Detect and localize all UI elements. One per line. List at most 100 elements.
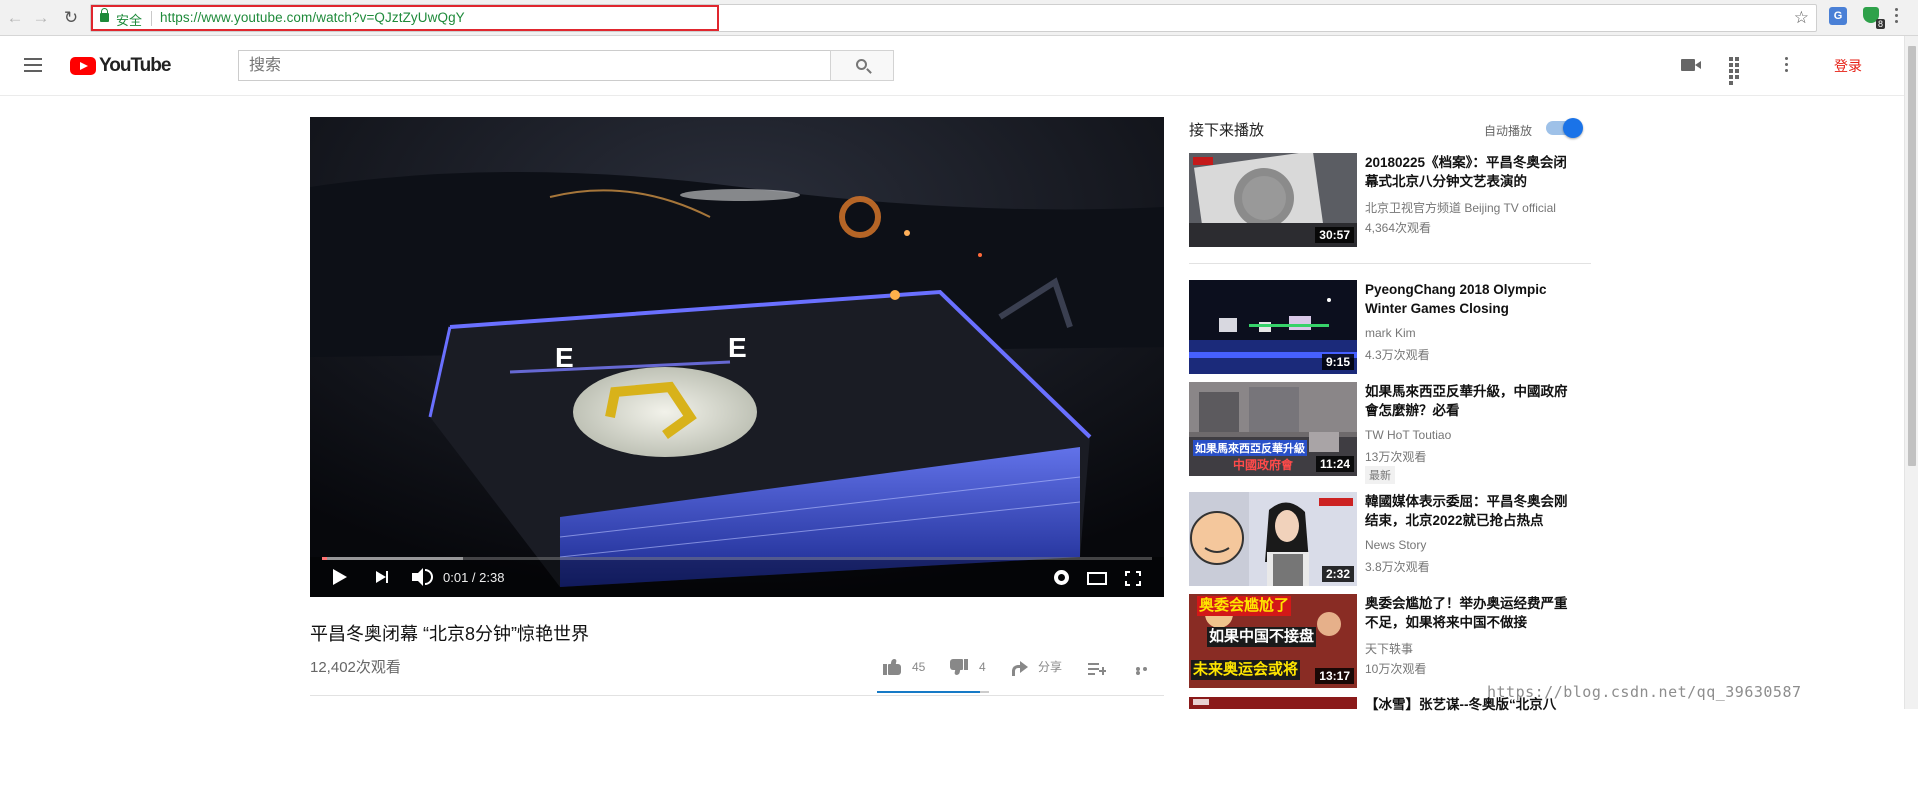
recommended-channel[interactable]: 天下轶事	[1365, 640, 1570, 657]
watermark: https://blog.csdn.net/qq_39630587	[1487, 683, 1802, 701]
new-badge: 最新	[1365, 466, 1395, 484]
video-player[interactable]: E E 0:01 / 2:38	[310, 117, 1164, 597]
video-thumbnail[interactable]: 2:32	[1189, 492, 1357, 586]
dislike-count: 4	[979, 660, 986, 674]
theater-mode-icon[interactable]	[1087, 572, 1107, 585]
video-thumbnail[interactable]: 30:57	[1189, 153, 1357, 247]
like-button[interactable]: 45	[883, 657, 933, 677]
video-duration: 9:15	[1321, 354, 1354, 370]
recommended-video[interactable]: 如果馬來西亞反華升級 中國政府會 11:24 如果馬來西亞反華升級，中國政府會怎…	[1189, 382, 1589, 484]
omnibox-separator	[151, 11, 152, 26]
share-label: 分享	[1038, 660, 1063, 674]
play-icon[interactable]	[333, 569, 347, 585]
recommended-title[interactable]: 韓國媒体表示委屈：平昌冬奥会刚结束，北京2022就已抢占热点	[1365, 493, 1570, 530]
recommended-views: 3.8万次观看	[1365, 560, 1430, 574]
logo-text: YouTube	[99, 55, 171, 76]
browser-menu-icon[interactable]	[1895, 8, 1899, 26]
forward-arrow-icon[interactable]: →	[31, 8, 51, 28]
url-text[interactable]: https://www.youtube.com/watch?v=QJztZyUw…	[160, 10, 465, 25]
recommended-title[interactable]: 20180225《档案》：平昌冬奥会闭幕式北京八分钟文艺表演的	[1365, 154, 1570, 191]
video-thumbnail[interactable]: 如果馬來西亞反華升級 中國政府會 11:24	[1189, 382, 1357, 476]
recommended-title[interactable]: 如果馬來西亞反華升級，中國政府會怎麼辦？必看	[1365, 383, 1570, 420]
upload-camera-icon[interactable]	[1681, 59, 1701, 71]
secure-label: 安全	[116, 13, 143, 28]
progress-loaded	[322, 557, 464, 560]
recommended-title[interactable]: PyeongChang 2018 Olympic Winter Games Cl…	[1365, 281, 1570, 318]
svg-text:E: E	[728, 332, 747, 363]
search-button[interactable]	[830, 50, 894, 81]
video-duration: 11:24	[1315, 456, 1354, 472]
next-icon[interactable]	[376, 571, 388, 583]
recommended-views: 10万次观看	[1365, 662, 1427, 676]
shield-extension-icon[interactable]: 8	[1863, 7, 1885, 29]
video-thumbnail[interactable]: 9:15	[1189, 280, 1357, 374]
signin-button[interactable]: 登录	[1834, 56, 1862, 76]
recommended-channel[interactable]: News Story	[1365, 538, 1570, 552]
star-icon[interactable]: ☆	[1794, 8, 1809, 28]
sentiment-bar	[877, 691, 989, 693]
recommended-channel[interactable]: TW HoT Toutiao	[1365, 428, 1570, 442]
recommended-views: 4,364次观看	[1365, 221, 1432, 235]
address-bar[interactable]: 安全 https://www.youtube.com/watch?v=QJztZ…	[90, 4, 1817, 32]
thumbnail-caption: 如果中国不接盘	[1207, 627, 1317, 647]
share-icon	[1012, 661, 1028, 676]
autoplay-label: 自动播放	[1484, 124, 1533, 138]
search-icon	[856, 59, 867, 70]
youtube-play-logo-icon	[70, 57, 96, 75]
youtube-masthead: YouTube 登录	[0, 36, 1904, 96]
more-horiz-icon[interactable]	[1136, 667, 1154, 675]
recommended-views: 4.3万次观看	[1365, 348, 1430, 362]
recommended-video[interactable]: 奥委会尴尬了 如果中国不接盘 未来奥运会或将 13:17 奥委会尴尬了！举办奥运…	[1189, 594, 1589, 689]
thumbnail-caption: 奥委会尴尬了	[1197, 596, 1292, 616]
info-divider	[310, 695, 1164, 696]
autoplay-toggle[interactable]	[1546, 118, 1583, 138]
progress-bar[interactable]	[322, 557, 1152, 560]
hamburger-icon[interactable]	[24, 58, 42, 72]
add-to-playlist-icon[interactable]	[1088, 661, 1106, 675]
dislike-button[interactable]: 4	[950, 657, 990, 677]
up-next-heading: 接下来播放	[1189, 122, 1265, 139]
player-time: 0:01 / 2:38	[443, 570, 505, 585]
recommended-views: 13万次观看	[1365, 450, 1427, 464]
reload-icon[interactable]: ↻	[61, 8, 81, 28]
recommended-channel[interactable]: 北京卫视官方频道 Beijing TV official	[1365, 199, 1570, 216]
thumbnail-caption: 未来奥运会或将	[1191, 660, 1301, 680]
translate-icon[interactable]: G	[1829, 7, 1847, 25]
video-title: 平昌冬奥闭幕 “北京8分钟”惊艳世界	[310, 624, 589, 644]
browser-toolbar: ← → ↻ 安全 https://www.youtube.com/watch?v…	[0, 0, 1918, 36]
thumbs-up-icon	[883, 659, 901, 675]
fullscreen-icon[interactable]	[1125, 571, 1141, 586]
search-box[interactable]	[238, 50, 830, 81]
view-count: 12,402次观看	[310, 659, 401, 676]
video-duration: 13:17	[1315, 668, 1354, 684]
page-scrollbar[interactable]	[1904, 36, 1918, 709]
svg-text:E: E	[555, 342, 574, 373]
scrollbar-thumb[interactable]	[1908, 46, 1916, 466]
extension-badge: 8	[1875, 19, 1885, 29]
recommended-video[interactable]: 9:15 PyeongChang 2018 Olympic Winter Gam…	[1189, 280, 1589, 375]
player-controls: 0:01 / 2:38	[310, 557, 1164, 597]
apps-grid-icon[interactable]	[1729, 57, 1745, 85]
recommended-title[interactable]: 奥委会尴尬了！举办奥运经费严重不足，如果将来中国不做接	[1365, 595, 1570, 632]
recommended-channel[interactable]: mark Kim	[1365, 326, 1570, 340]
recommended-video[interactable]: 30:57 20180225《档案》：平昌冬奥会闭幕式北京八分钟文艺表演的 北京…	[1189, 153, 1589, 248]
back-arrow-icon[interactable]: ←	[5, 8, 25, 28]
recommended-video[interactable]: 2:32 韓國媒体表示委屈：平昌冬奥会刚结束，北京2022就已抢占热点 News…	[1189, 492, 1589, 587]
video-frame: E E	[310, 117, 1164, 597]
video-duration: 2:32	[1321, 566, 1354, 582]
search-input[interactable]	[239, 51, 830, 80]
settings-gear-icon[interactable]	[1054, 570, 1069, 585]
share-button[interactable]: 分享	[1012, 657, 1072, 677]
thumbs-down-icon	[950, 659, 968, 675]
thumbnail-caption: 如果馬來西亞反華升級	[1193, 440, 1307, 456]
sidebar-divider	[1189, 263, 1591, 264]
sentiment-like-fill	[877, 691, 981, 693]
volume-icon[interactable]	[412, 568, 433, 586]
lock-icon	[100, 8, 109, 22]
like-count: 45	[912, 660, 926, 674]
video-thumbnail[interactable]: 奥委会尴尬了 如果中国不接盘 未来奥运会或将 13:17	[1189, 594, 1357, 688]
video-duration: 30:57	[1315, 227, 1354, 243]
more-vert-icon[interactable]	[1785, 57, 1789, 73]
video-thumbnail[interactable]	[1189, 697, 1357, 709]
recommended-video[interactable]: 【冰雪】张艺谋--冬奥版“北京八	[1189, 697, 1589, 792]
